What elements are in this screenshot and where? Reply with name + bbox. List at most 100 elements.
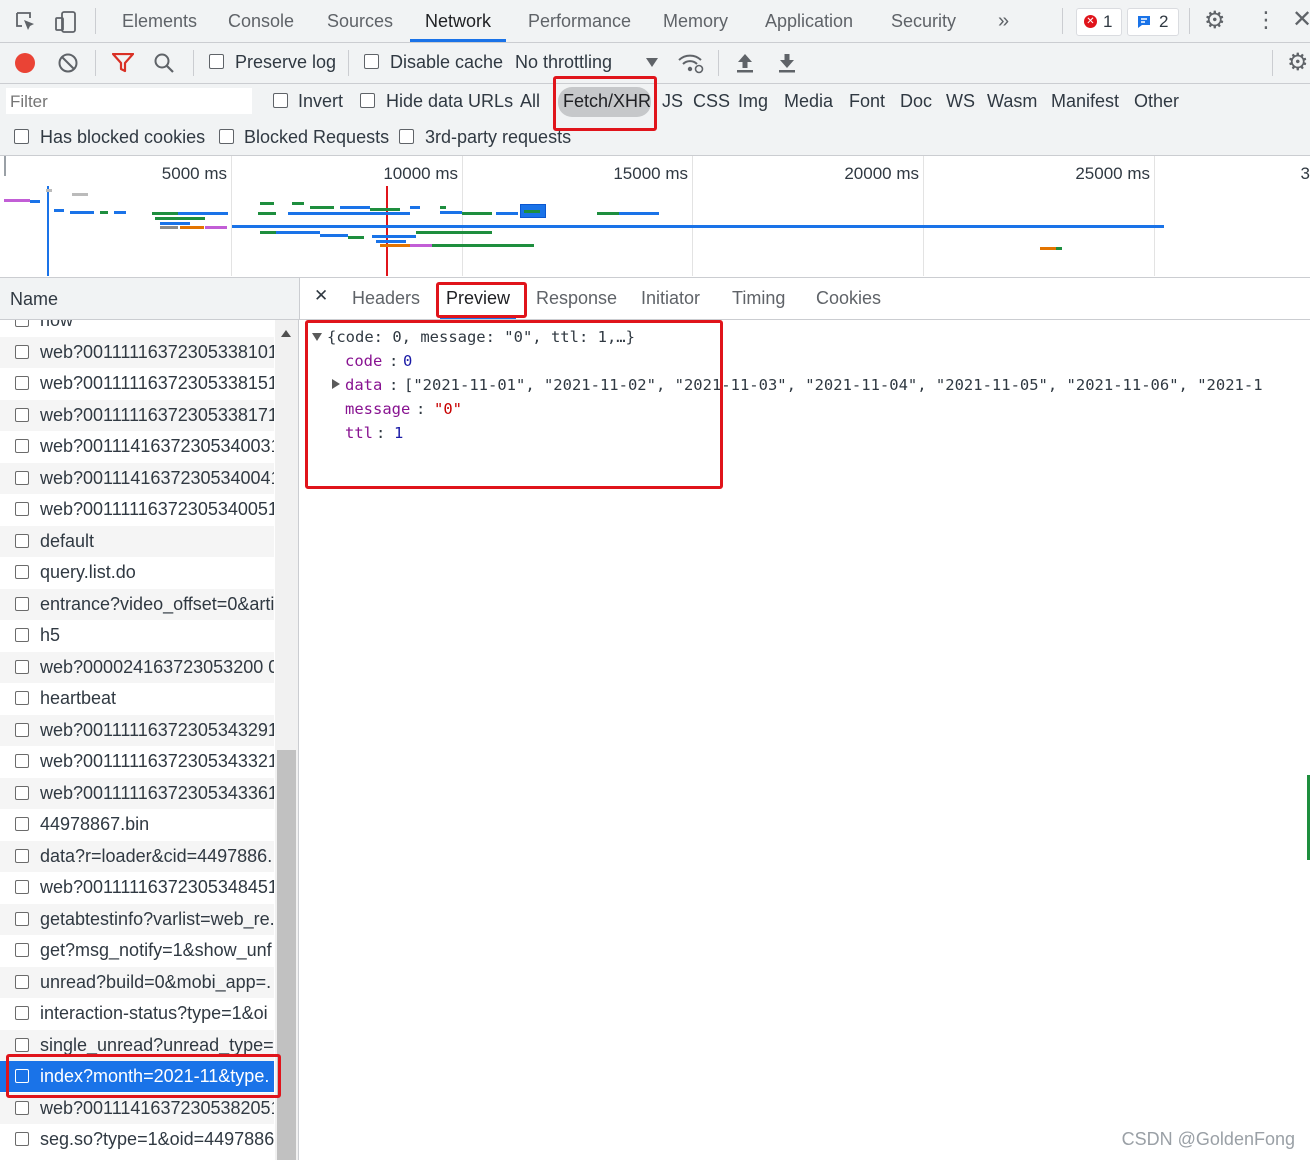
network-settings-gear-icon[interactable]: ⚙ [1287, 50, 1309, 76]
export-har-icon[interactable] [776, 51, 798, 80]
request-row[interactable]: h5 [0, 620, 274, 651]
disable-cache-checkbox[interactable] [364, 54, 379, 69]
request-row-checkbox[interactable] [15, 817, 29, 831]
settings-gear-icon[interactable]: ⚙ [1204, 9, 1226, 33]
throttling-select[interactable]: No throttling [515, 52, 612, 73]
network-conditions-wifi-icon[interactable] [677, 51, 705, 80]
type-filter-media[interactable]: Media [784, 91, 833, 112]
tab-headers[interactable]: Headers [352, 278, 420, 319]
search-icon[interactable] [153, 52, 175, 79]
request-row[interactable]: web?00111116372305340051 [0, 494, 274, 525]
request-row[interactable]: web?00111416372305340031 [0, 431, 274, 462]
type-filter-all[interactable]: All [520, 91, 540, 112]
request-row[interactable]: web?00111116372305348451 [0, 872, 274, 903]
request-row[interactable]: query.list.do [0, 557, 274, 588]
record-icon[interactable] [15, 53, 35, 73]
request-row-checkbox[interactable] [15, 880, 29, 894]
tab-memory[interactable]: Memory [663, 0, 728, 42]
more-tabs-button[interactable]: » [998, 0, 1009, 42]
request-row-checkbox[interactable] [15, 320, 29, 327]
request-row[interactable]: interaction-status?type=1&oi [0, 998, 274, 1029]
request-row[interactable]: web?00111116372305338151 [0, 368, 274, 399]
request-row[interactable]: web?00111116372305343361 [0, 777, 274, 809]
request-row[interactable]: web?00111116372305343321 [0, 746, 274, 777]
request-row-checkbox[interactable] [15, 848, 29, 863]
request-row-checkbox[interactable] [15, 376, 29, 390]
request-row-checkbox[interactable] [15, 628, 29, 642]
name-column-header[interactable]: Name [0, 278, 300, 320]
request-row[interactable]: web?00111116372305343291 [0, 714, 274, 746]
has-blocked-cookies-checkbox[interactable] [14, 129, 29, 144]
hide-data-urls-checkbox[interactable] [360, 93, 375, 108]
request-row[interactable]: unread?build=0&mobi_app=. [0, 966, 274, 998]
request-row-checkbox[interactable] [15, 596, 29, 611]
blocked-requests-checkbox[interactable] [219, 129, 234, 144]
request-row-checkbox[interactable] [15, 1037, 29, 1052]
throttling-dropdown-arrow-icon[interactable] [646, 58, 658, 67]
type-filter-js[interactable]: JS [662, 91, 683, 112]
preserve-log-checkbox[interactable] [209, 54, 224, 69]
message-count-badge[interactable]: 2 [1127, 8, 1179, 36]
request-row-checkbox[interactable] [15, 754, 29, 768]
inspect-element-icon[interactable] [15, 11, 37, 38]
close-devtools-icon[interactable]: ✕ [1292, 6, 1310, 34]
network-overview-timeline[interactable]: 5000 ms 10000 ms 15000 ms 20000 ms 25000… [0, 156, 1310, 278]
request-row-checkbox[interactable] [15, 722, 29, 737]
request-row-checkbox[interactable] [15, 1100, 29, 1115]
close-detail-icon[interactable]: ✕ [314, 286, 328, 306]
request-row[interactable]: 44978867.bin [0, 809, 274, 840]
request-row[interactable]: now [0, 320, 274, 336]
error-count-badge[interactable]: ✕ 1 [1076, 8, 1122, 36]
tab-console[interactable]: Console [228, 0, 294, 42]
request-row-checkbox[interactable] [15, 565, 29, 579]
tab-cookies[interactable]: Cookies [816, 278, 881, 319]
tab-sources[interactable]: Sources [327, 0, 393, 42]
request-row-checkbox[interactable] [15, 691, 29, 705]
type-filter-img[interactable]: Img [738, 91, 768, 112]
filter-input[interactable] [6, 88, 252, 116]
request-row-checkbox[interactable] [15, 470, 29, 485]
request-row-checkbox[interactable] [15, 439, 29, 453]
request-row-checkbox[interactable] [15, 911, 29, 926]
invert-checkbox[interactable] [273, 93, 288, 108]
type-filter-manifest[interactable]: Manifest [1051, 91, 1119, 112]
tab-application[interactable]: Application [765, 0, 853, 42]
tab-security[interactable]: Security [891, 0, 956, 42]
request-row[interactable]: entrance?video_offset=0&arti [0, 588, 274, 620]
tab-timing[interactable]: Timing [732, 278, 785, 319]
type-filter-other[interactable]: Other [1134, 91, 1179, 112]
kebab-menu-icon[interactable]: ⋮ [1255, 8, 1277, 32]
request-row-checkbox[interactable] [15, 344, 29, 359]
request-row[interactable]: web?00111116372305338101 [0, 336, 274, 368]
request-row[interactable]: data?r=loader&cid=4497886. [0, 840, 274, 872]
third-party-requests-checkbox[interactable] [399, 129, 414, 144]
type-filter-css[interactable]: CSS [693, 91, 730, 112]
type-filter-wasm[interactable]: Wasm [987, 91, 1037, 112]
request-row-checkbox[interactable] [15, 785, 29, 800]
request-row[interactable]: heartbeat [0, 683, 274, 714]
device-toolbar-icon[interactable] [54, 10, 78, 39]
request-row[interactable]: web?00111416372305340041 [0, 462, 274, 494]
filter-funnel-icon[interactable] [111, 52, 135, 78]
scroll-up-arrow-icon[interactable] [281, 330, 291, 337]
type-filter-doc[interactable]: Doc [900, 91, 932, 112]
request-row[interactable]: get?msg_notify=1&show_unf [0, 935, 274, 966]
request-row[interactable]: seg.so?type=1&oid=4497886 [0, 1124, 274, 1155]
tab-network[interactable]: Network [410, 0, 507, 42]
type-filter-font[interactable]: Font [849, 91, 885, 112]
request-row-checkbox[interactable] [15, 533, 29, 548]
tab-response[interactable]: Response [536, 278, 617, 319]
request-row-checkbox[interactable] [15, 974, 29, 989]
tab-initiator[interactable]: Initiator [641, 278, 700, 319]
request-row[interactable]: web?000024163723053200 0h [0, 651, 274, 683]
tab-elements[interactable]: Elements [122, 0, 197, 42]
clear-icon[interactable] [57, 52, 79, 79]
type-filter-ws[interactable]: WS [946, 91, 975, 112]
request-row-checkbox[interactable] [15, 1006, 29, 1020]
request-row-checkbox[interactable] [15, 1132, 29, 1146]
request-row[interactable]: default [0, 525, 274, 557]
request-row[interactable]: getabtestinfo?varlist=web_re. [0, 903, 274, 935]
filter-input-box[interactable] [6, 88, 252, 116]
request-list-scroll-thumb[interactable] [277, 750, 296, 1160]
request-row-checkbox[interactable] [15, 659, 29, 674]
